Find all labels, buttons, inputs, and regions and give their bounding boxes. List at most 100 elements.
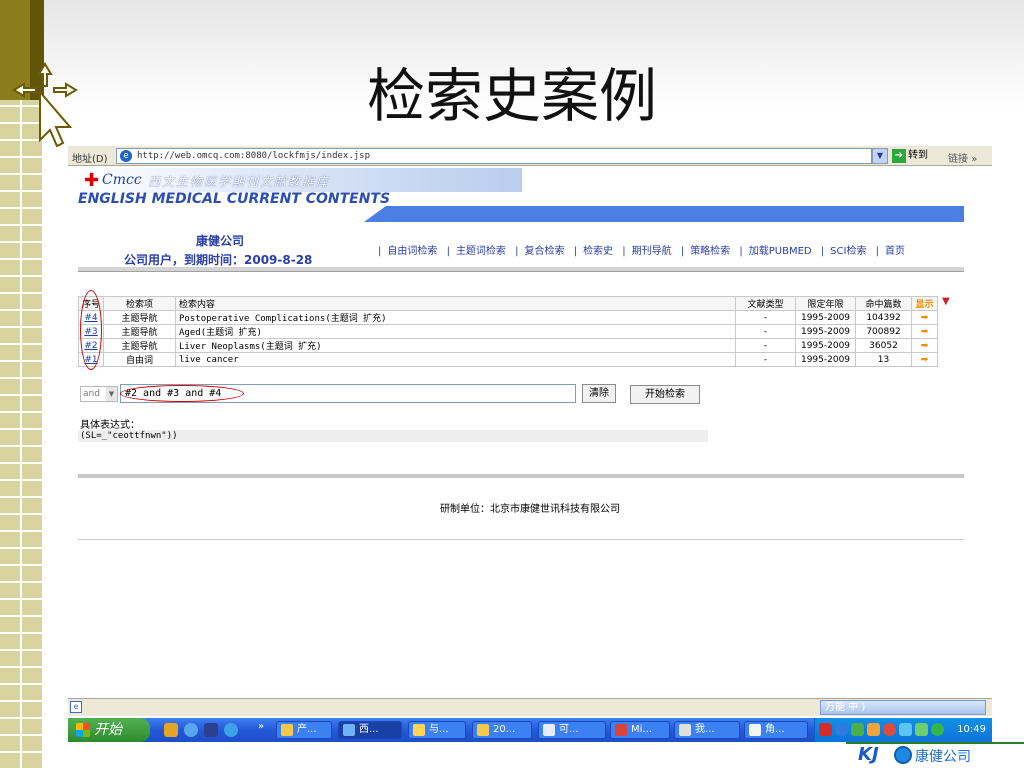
company-name: 康健公司 xyxy=(196,234,245,248)
nav-subject-search[interactable]: 主题词检索 xyxy=(456,246,506,257)
task-button[interactable]: Mi... xyxy=(610,721,670,739)
table-row: #4 主题导航 Postoperative Complications(主题词 … xyxy=(77,310,938,325)
header-display: 显示 xyxy=(911,296,938,311)
nav-combined-search[interactable]: 复合检索 xyxy=(525,246,565,257)
show-arrow-icon[interactable]: ➡ xyxy=(911,352,938,367)
nav-separator: | xyxy=(820,246,825,257)
red-cross-logo-icon: ✚ xyxy=(84,170,100,191)
row-hit-count: 104392 xyxy=(855,310,912,325)
task-button-active[interactable]: 西... xyxy=(338,721,402,739)
nav-separator: | xyxy=(739,246,743,257)
ie-window-icon xyxy=(343,724,355,736)
taskbar-clock: 10:49 xyxy=(957,724,986,735)
row-doc-type: - xyxy=(735,310,796,325)
show-arrow-icon[interactable]: ➡ xyxy=(911,310,938,325)
operator-select[interactable]: and ▼ xyxy=(80,386,118,402)
task-button[interactable]: 产... xyxy=(276,721,332,739)
window-icon xyxy=(749,724,761,736)
document-icon xyxy=(413,724,425,736)
alert-tray-icon[interactable] xyxy=(883,723,896,736)
page-status-icon: e xyxy=(70,701,82,713)
task-button[interactable]: 角... xyxy=(744,721,808,739)
header-blue-band xyxy=(364,206,964,222)
row-search-content: Aged(主题词 扩充) xyxy=(175,324,736,339)
operator-value: and xyxy=(83,389,100,399)
start-label: 开始 xyxy=(94,722,122,738)
row-doc-type: - xyxy=(735,338,796,353)
show-arrow-icon[interactable]: ➡ xyxy=(911,338,938,353)
task-label: 20... xyxy=(493,724,516,735)
site-logo-chinese: 西文生物医学期刊文献数据库 xyxy=(148,175,331,189)
expression-value: (SL=_"ceottfnwn")) xyxy=(78,430,708,442)
search-history-table: 序号 检索项 检索内容 文献类型 限定年限 命中篇数 显示 #4 主题导航 Po… xyxy=(77,296,938,367)
shield-tray-icon[interactable] xyxy=(931,723,944,736)
browser-status-bar: e 万能 中 ) xyxy=(68,698,992,716)
powerpoint-icon xyxy=(615,724,627,736)
row-search-item: 主题导航 xyxy=(103,338,177,353)
quicklaunch-ie-icon[interactable] xyxy=(224,723,238,737)
header-doc-type: 文献类型 xyxy=(735,296,796,311)
back-tray-icon[interactable] xyxy=(835,723,848,736)
quicklaunch-more-icon[interactable]: » xyxy=(258,721,264,732)
task-button[interactable]: 20... xyxy=(472,721,532,739)
highlight-oval-numbers xyxy=(80,290,102,370)
header-divider xyxy=(78,267,964,272)
user-tray-icon[interactable] xyxy=(867,723,880,736)
nav-sci-search[interactable]: SCI检索 xyxy=(830,246,866,257)
computer-icon xyxy=(679,724,691,736)
address-label: 地址(D) xyxy=(72,154,108,165)
folder-icon xyxy=(477,724,489,736)
red-triangle-icon[interactable]: ▼ xyxy=(942,296,950,307)
row-hit-count: 700892 xyxy=(855,324,912,339)
start-search-button[interactable]: 开始检索 xyxy=(630,385,700,404)
ie-page-icon: e xyxy=(120,150,132,162)
nav-search-history[interactable]: 检索史 xyxy=(583,246,613,257)
ime-toolbar[interactable]: 万能 中 ) xyxy=(820,700,986,715)
quicklaunch-search-icon[interactable] xyxy=(184,723,198,737)
nav-load-pubmed[interactable]: 加载PUBMED xyxy=(749,246,812,257)
go-button[interactable]: ➔ 转到 xyxy=(892,148,928,164)
links-label: 链接 xyxy=(948,154,968,165)
task-button[interactable]: 我... xyxy=(674,721,740,739)
nav-separator: | xyxy=(378,246,382,257)
system-tray: 10:49 xyxy=(814,718,992,742)
task-label: Mi... xyxy=(631,724,652,735)
task-label: 与... xyxy=(429,724,449,735)
row-search-content: Postoperative Complications(主题词 扩充) xyxy=(175,310,736,325)
nav-free-search[interactable]: 自由词检索 xyxy=(387,246,437,257)
highlight-oval-query xyxy=(120,385,244,402)
kj-globe-icon xyxy=(894,746,912,764)
task-label: 我... xyxy=(695,724,715,735)
links-button[interactable]: 链接 » xyxy=(948,150,977,165)
site-logo-english: ENGLISH MEDICAL CURRENT CONTENTS xyxy=(78,191,391,207)
nav-home[interactable]: 首页 xyxy=(885,246,905,257)
row-search-content: Liver Neoplasms(主题词 扩充) xyxy=(175,338,736,353)
row-year-limit: 1995-2009 xyxy=(795,352,856,367)
nav-journal-nav[interactable]: 期刊导航 xyxy=(632,246,672,257)
user-expiry-info: 公司用户，到期时间：2009-8-28 xyxy=(124,253,313,267)
clear-button[interactable]: 清除 xyxy=(582,384,616,403)
task-button[interactable]: 可... xyxy=(538,721,606,739)
table-header-row: 序号 检索项 检索内容 文献类型 限定年限 命中篇数 显示 xyxy=(77,296,938,311)
main-nav: | 自由词检索 | 主题词检索 | 复合检索 | 检索史 | 期刊导航 | 策略检索 | 加载… xyxy=(372,242,905,257)
site-logo-emcc: Cmcc xyxy=(102,172,142,188)
show-arrow-icon[interactable]: ➡ xyxy=(911,324,938,339)
address-bar: 地址(D) e http://web.omcq.com:8080/lockfmj… xyxy=(68,146,992,166)
row-search-content: live cancer xyxy=(175,352,736,367)
nav-strategy-search[interactable]: 策略检索 xyxy=(690,246,730,257)
ime-tray-icon[interactable] xyxy=(819,723,832,736)
quicklaunch-person-icon[interactable] xyxy=(164,723,178,737)
url-field[interactable]: e http://web.omcq.com:8080/lockfmjs/inde… xyxy=(116,148,872,164)
kj-logo-mark: KJ xyxy=(858,744,879,765)
network-tray-icon[interactable] xyxy=(899,723,912,736)
row-year-limit: 1995-2009 xyxy=(795,324,856,339)
row-hit-count: 13 xyxy=(855,352,912,367)
task-button[interactable]: 与... xyxy=(408,721,466,739)
url-dropdown-icon[interactable]: ▼ xyxy=(872,148,888,164)
chevron-down-icon: ▼ xyxy=(106,387,117,401)
monitor-tray-icon[interactable] xyxy=(915,723,928,736)
security-tray-icon[interactable] xyxy=(851,723,864,736)
task-label: 角... xyxy=(765,724,785,735)
start-button[interactable]: 开始 xyxy=(68,718,150,742)
quicklaunch-save-icon[interactable] xyxy=(204,723,218,737)
